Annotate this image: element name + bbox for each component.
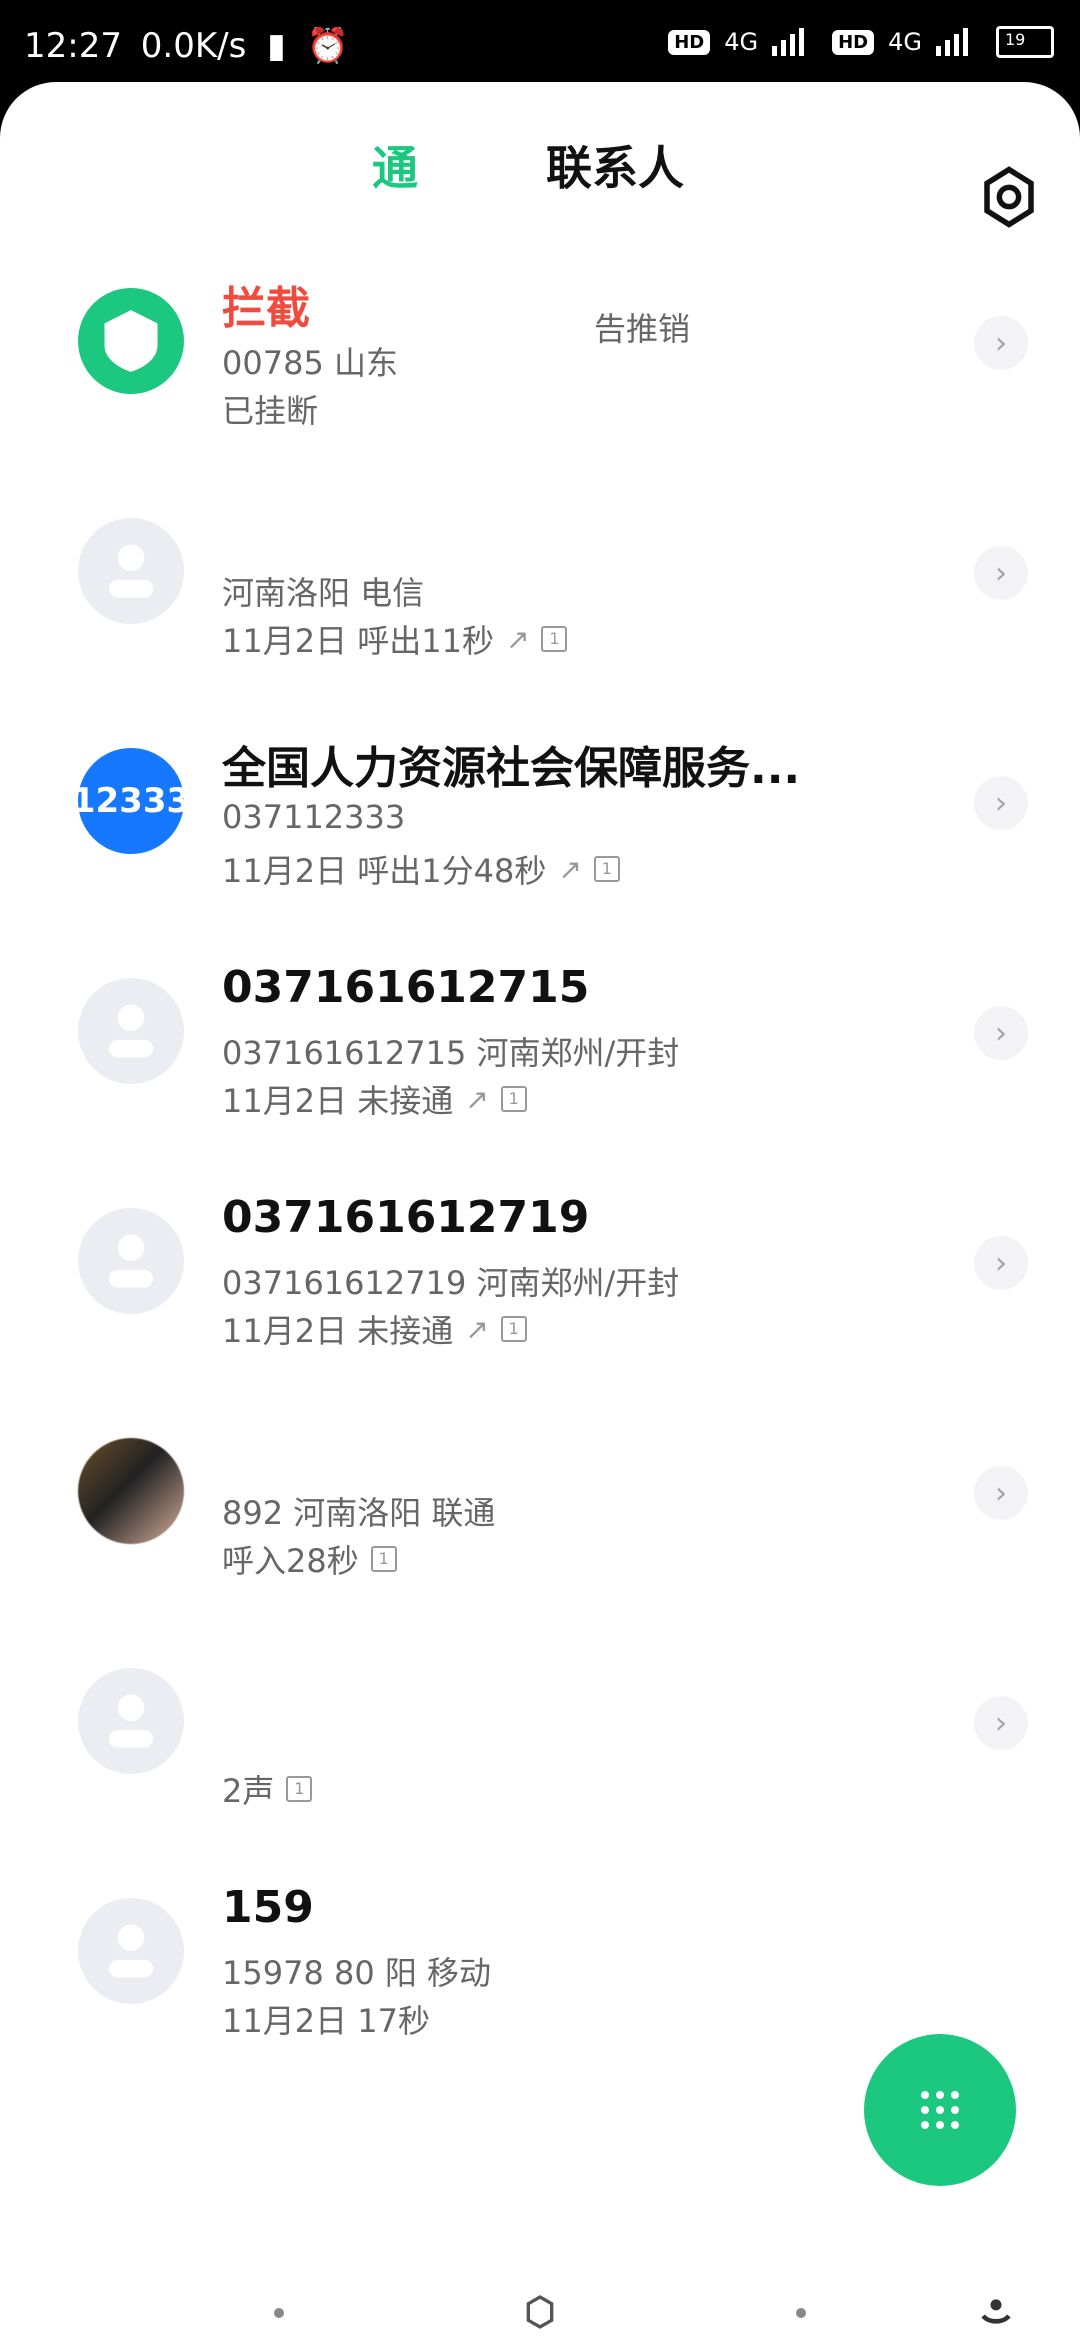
- avatar-text: 12333: [71, 781, 191, 821]
- call-subtitle: 037161612715 河南郑州/开封: [222, 1034, 680, 1072]
- dialpad-icon: [921, 2091, 959, 2129]
- call-item[interactable]: 037161612719 037161612719 河南郑州/开封 11月2日 …: [0, 1152, 1080, 1382]
- call-title: 全国人力资源社会保障服务...: [222, 743, 801, 794]
- call-subtitle: 15978 80 阳 移动: [222, 1954, 492, 1992]
- details-button[interactable]: ›: [974, 1696, 1028, 1750]
- details-button[interactable]: ›: [974, 776, 1028, 830]
- home-hexagon-icon[interactable]: [520, 2292, 560, 2332]
- nav-dot-1[interactable]: [274, 2308, 284, 2318]
- status-bar: 12:27 0.0K/s ▮ ⏰ HD 4G HD 4G 19: [0, 0, 1080, 90]
- call-item[interactable]: 892 河南洛阳 联通 呼入28秒 1 ›: [0, 1382, 1080, 1612]
- call-meta: 已挂断: [222, 386, 318, 432]
- signal-icon-2: [936, 28, 982, 56]
- call-meta: 11月2日 未接通 ↗ 1: [222, 1306, 527, 1352]
- outgoing-arrow-icon: ↗: [558, 852, 582, 886]
- dialpad-fab[interactable]: [864, 2034, 1016, 2186]
- battery-level: 19: [1005, 30, 1026, 49]
- call-title: 159: [222, 1882, 314, 1933]
- call-item[interactable]: 2声 1 ›: [0, 1612, 1080, 1842]
- call-subtitle: 037161612719 河南郑州/开封: [222, 1264, 680, 1302]
- service-avatar: 12333: [72, 748, 190, 854]
- hd-icon-2: HD: [832, 29, 875, 55]
- details-button[interactable]: ›: [974, 546, 1028, 600]
- meta-text: 11月2日 未接通: [222, 1082, 454, 1120]
- call-meta: 2声 1: [222, 1766, 313, 1812]
- call-meta: 11月2日 17秒: [222, 1996, 430, 2042]
- call-meta: 11月2日 呼出11秒 ↗ 1: [222, 616, 568, 662]
- person-icon: [108, 1694, 154, 1748]
- sim1-icon: 1: [541, 626, 568, 652]
- sim1-icon: 1: [593, 856, 620, 882]
- person-icon: [108, 1234, 154, 1288]
- network-speed: 0.0K/s: [140, 26, 247, 66]
- shield-icon: [104, 310, 158, 372]
- call-log-list: 拦截 00785 山东 已挂断 告推销 › 河南洛阳 电信 11月2日 呼出11…: [0, 232, 1080, 2072]
- call-title: 037161612715: [222, 962, 590, 1013]
- call-subtitle: 00785 山东: [222, 344, 398, 382]
- outgoing-arrow-icon: ↗: [465, 1082, 489, 1116]
- meta-text: 11月2日 呼出11秒: [222, 622, 494, 660]
- signal-icon: [772, 28, 818, 56]
- meta-text: 呼入28秒: [222, 1542, 359, 1580]
- call-subtitle: 892 河南洛阳 联通: [222, 1494, 496, 1532]
- sim1-icon: 1: [500, 1316, 527, 1342]
- sim1-icon: 1: [500, 1086, 527, 1112]
- call-title: 拦截: [222, 283, 310, 334]
- status-time: 12:27 0.0K/s ▮ ⏰: [24, 26, 349, 66]
- header-tabs: 通 联系人: [0, 124, 1080, 228]
- meta-text: 11月2日 未接通: [222, 1312, 454, 1350]
- outgoing-arrow-icon: ↗: [465, 1312, 489, 1346]
- photo-avatar: [78, 1438, 184, 1544]
- nav-dot-2[interactable]: [796, 2308, 806, 2318]
- call-meta: 11月2日 未接通 ↗ 1: [222, 1076, 527, 1122]
- person-icon: [108, 1004, 154, 1058]
- call-item[interactable]: 拦截 00785 山东 已挂断 告推销 ›: [0, 232, 1080, 462]
- call-item[interactable]: 037161612715 037161612715 河南郑州/开封 11月2日 …: [0, 922, 1080, 1152]
- person-avatar: [78, 1668, 184, 1774]
- call-side-label: 告推销: [594, 310, 691, 348]
- person-avatar: [78, 1208, 184, 1314]
- meta-text: 11月2日 17秒: [222, 2002, 430, 2040]
- tab-calls[interactable]: 通: [372, 132, 418, 198]
- details-button[interactable]: ›: [974, 1236, 1028, 1290]
- network-label: 4G: [724, 28, 759, 56]
- tab-contacts[interactable]: 联系人: [546, 132, 684, 198]
- call-item[interactable]: 12333 全国人力资源社会保障服务... 037112333 11月2日 呼出…: [0, 692, 1080, 922]
- status-right: HD 4G HD 4G 19: [668, 26, 1054, 58]
- call-item[interactable]: 河南洛阳 电信 11月2日 呼出11秒 ↗ 1 ›: [0, 462, 1080, 692]
- dialer-sheet: 通 联系人 拦截 00785 山东 已挂断 告推销 › 河南洛阳 电信 11月2…: [0, 82, 1080, 2340]
- details-button[interactable]: ›: [974, 1006, 1028, 1060]
- person-icon: [108, 1924, 154, 1978]
- meta-text: 已挂断: [222, 392, 319, 430]
- shield-avatar: [78, 288, 184, 394]
- battery-icon: 19: [996, 26, 1054, 58]
- sim1-icon: 1: [370, 1546, 397, 1572]
- call-meta: 呼入28秒 1: [222, 1536, 397, 1582]
- details-button[interactable]: ›: [974, 316, 1028, 370]
- profile-icon[interactable]: [974, 2292, 1018, 2336]
- alarm-icon: ⏰: [306, 26, 350, 66]
- sim1-icon: 1: [286, 1776, 313, 1802]
- settings-gear-icon[interactable]: [976, 164, 1042, 230]
- call-meta: 11月2日 呼出1分48秒 ↗ 1: [222, 846, 620, 892]
- meta-text: 2声: [222, 1772, 275, 1810]
- person-avatar: [78, 978, 184, 1084]
- call-title: 037161612719: [222, 1192, 590, 1243]
- hd-icon: HD: [668, 29, 711, 55]
- network-label-2: 4G: [888, 28, 922, 56]
- person-icon: [108, 544, 154, 598]
- call-subtitle: 037112333: [222, 798, 406, 836]
- vibrate-icon: ▮: [267, 26, 286, 66]
- meta-text: 11月2日 呼出1分48秒: [222, 852, 547, 890]
- call-subtitle: 河南洛阳 电信: [222, 574, 425, 612]
- person-avatar: [78, 518, 184, 624]
- person-avatar: [78, 1898, 184, 2004]
- clock-text: 12:27: [24, 26, 122, 66]
- bottom-nav: [0, 2252, 1080, 2340]
- details-button[interactable]: ›: [974, 1466, 1028, 1520]
- outgoing-arrow-icon: ↗: [505, 622, 530, 656]
